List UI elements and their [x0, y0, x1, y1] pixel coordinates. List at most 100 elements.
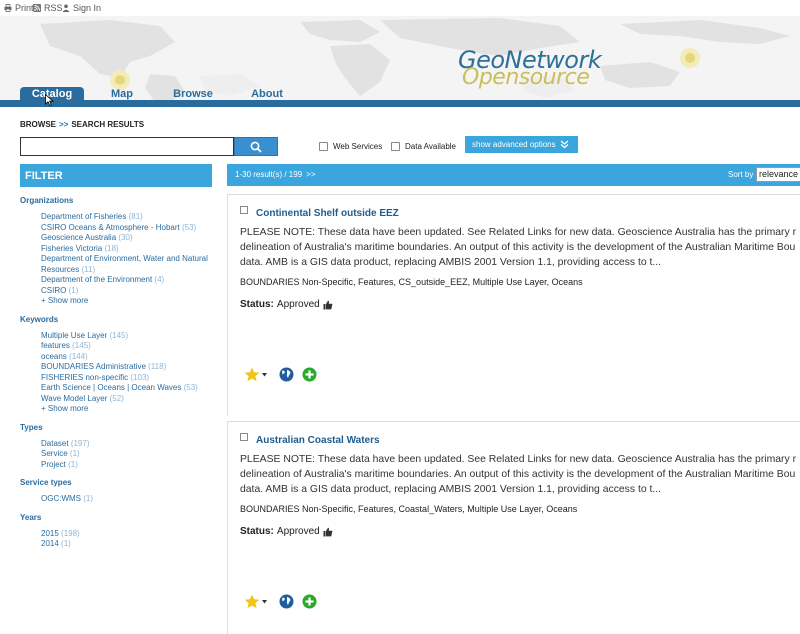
rating-dropdown[interactable]	[244, 367, 267, 382]
search-button[interactable]	[234, 137, 278, 156]
facet-group-title[interactable]: Types	[20, 423, 212, 432]
tab-browse[interactable]: Browse	[160, 87, 226, 101]
top-utility-bar: Print RSS Sign In	[0, 0, 800, 16]
results-bar: 1-30 result(s) / 199 >> Sort by	[227, 164, 800, 186]
rss-link[interactable]: RSS	[33, 3, 63, 13]
advanced-options-button[interactable]: show advanced options	[465, 136, 578, 153]
result-abstract-line: delineation of Australia's maritime boun…	[240, 469, 796, 480]
result-card: Australian Coastal Waters PLEASE NOTE: Th…	[227, 421, 800, 634]
facet-item[interactable]: 2014 (1)	[41, 539, 212, 550]
breadcrumb-browse[interactable]: BROWSE	[20, 120, 56, 129]
facet-item-count: (1)	[68, 285, 79, 295]
show-more-link[interactable]: + Show more	[41, 296, 212, 307]
facet-item[interactable]: Wave Model Layer (52)	[41, 394, 212, 405]
result-abstract-line: delineation of Australia's maritime boun…	[240, 242, 796, 253]
rss-label: RSS	[44, 3, 63, 13]
facet-item-label: Department of the Environment	[41, 275, 153, 284]
facet-item-label: Project	[41, 459, 66, 469]
star-icon	[244, 594, 260, 609]
facet-item-count: (145)	[72, 341, 91, 350]
facet-group-title[interactable]: Keywords	[20, 315, 212, 324]
mouse-cursor-icon	[45, 94, 54, 106]
status-value: Approved	[276, 526, 320, 537]
result-title[interactable]: Australian Coastal Waters	[256, 435, 380, 446]
facet-item[interactable]: Service (1)	[41, 449, 212, 460]
facet-item-label: BOUNDARIES Administrative	[41, 362, 146, 371]
facet-item[interactable]: FISHERIES non-specific (103)	[41, 373, 212, 384]
facet-item[interactable]: 2015 (198)	[41, 529, 212, 540]
result-count: 1-30 result(s) / 199 >>	[235, 170, 315, 179]
facet-item-count: (1)	[69, 449, 80, 458]
sort-by-label: Sort by	[728, 170, 754, 179]
facet-item-label: Multiple Use Layer	[41, 330, 108, 340]
facet-item[interactable]: Fisheries Victoria (18)	[41, 244, 212, 255]
facet-item[interactable]: Department of Fisheries (81)	[41, 212, 212, 223]
facet-item[interactable]: CSIRO Oceans & Atmosphere - Hobart (53)	[41, 223, 212, 234]
status-label: Status:	[240, 299, 274, 310]
facet-item-label: CSIRO	[41, 285, 67, 295]
result-title[interactable]: Continental Shelf outside EEZ	[256, 208, 399, 219]
facet-group-title[interactable]: Years	[20, 513, 212, 522]
next-page-link[interactable]: >>	[306, 170, 315, 179]
web-services-box[interactable]	[319, 142, 328, 151]
plus-circle-icon[interactable]	[302, 367, 317, 382]
main-nav: Catalog Map Browse About	[20, 87, 308, 101]
facet-item-count: (1)	[83, 494, 94, 503]
caret-down-icon	[262, 599, 267, 603]
data-available-checkbox[interactable]: Data Available	[391, 142, 456, 151]
search-icon	[250, 141, 262, 153]
result-status: Status: Approved	[240, 299, 333, 310]
nav-stripe	[0, 100, 800, 107]
sort-select[interactable]: relevance	[756, 167, 800, 182]
web-services-label: Web Services	[333, 142, 383, 151]
facet-item-label: Department of Environment, Water and Nat…	[41, 254, 208, 274]
result-count-label: 1-30 result(s) / 199	[235, 170, 303, 179]
facet-item-label: oceans	[41, 351, 67, 361]
result-abstract: PLEASE NOTE: These data have been update…	[240, 225, 800, 270]
print-link[interactable]: Print	[4, 3, 34, 13]
chevron-double-down-icon	[560, 140, 569, 149]
rss-icon	[33, 4, 41, 12]
breadcrumb: BROWSE >> SEARCH RESULTS	[20, 120, 144, 129]
star-icon	[244, 367, 260, 382]
facet-item-count: (1)	[68, 459, 78, 469]
result-select-checkbox[interactable]	[240, 433, 248, 441]
tab-map[interactable]: Map	[84, 87, 160, 101]
result-actions	[244, 367, 317, 382]
facet-item[interactable]: Geoscience Australia (30)	[41, 233, 212, 244]
facet-item[interactable]: Dataset (197)	[41, 439, 212, 450]
facet-item[interactable]: Department of the Environment (4)	[41, 275, 212, 286]
facet-item[interactable]: Earth Science | Oceans | Ocean Waves (53…	[41, 383, 212, 394]
facet-item[interactable]: Multiple Use Layer (145)	[41, 331, 212, 342]
result-abstract-line: data. AMB is a GIS data product, replaci…	[240, 484, 662, 495]
facet-item[interactable]: OGC:WMS (1)	[41, 494, 212, 505]
facet-item-label: Wave Model Layer	[41, 393, 108, 403]
facet-group-title[interactable]: Service types	[20, 478, 212, 487]
result-select-checkbox[interactable]	[240, 206, 248, 214]
status-label: Status:	[240, 526, 274, 537]
rating-dropdown[interactable]	[244, 594, 267, 609]
facet-item-count: (53)	[183, 383, 198, 392]
printer-icon	[4, 4, 12, 12]
facet-item[interactable]: CSIRO (1)	[41, 286, 212, 297]
facet-item[interactable]: BOUNDARIES Administrative (118)	[41, 362, 212, 373]
web-services-checkbox[interactable]: Web Services	[319, 142, 382, 151]
facet-item-label: Department of Fisheries	[41, 212, 127, 221]
facet-item-count: (118)	[148, 362, 167, 371]
globe-icon[interactable]	[279, 594, 294, 609]
facet-item[interactable]: oceans (144)	[41, 352, 212, 363]
search-input[interactable]	[20, 137, 234, 156]
facet-item[interactable]: Project (1)	[41, 460, 212, 471]
facet-item[interactable]: Department of Environment, Water and Nat…	[41, 254, 212, 275]
facet-group-title[interactable]: Organizations	[20, 196, 212, 205]
filter-header: FILTER	[20, 164, 212, 187]
facet-item-count: (103)	[130, 372, 150, 382]
plus-circle-icon[interactable]	[302, 594, 317, 609]
show-more-link[interactable]: + Show more	[41, 404, 212, 415]
facet-group: Service types OGC:WMS (1)	[20, 478, 212, 505]
sign-in-link[interactable]: Sign In	[62, 3, 101, 13]
data-available-box[interactable]	[391, 142, 400, 151]
facet-item[interactable]: features (145)	[41, 341, 212, 352]
globe-icon[interactable]	[279, 367, 294, 382]
tab-about[interactable]: About	[226, 87, 308, 101]
